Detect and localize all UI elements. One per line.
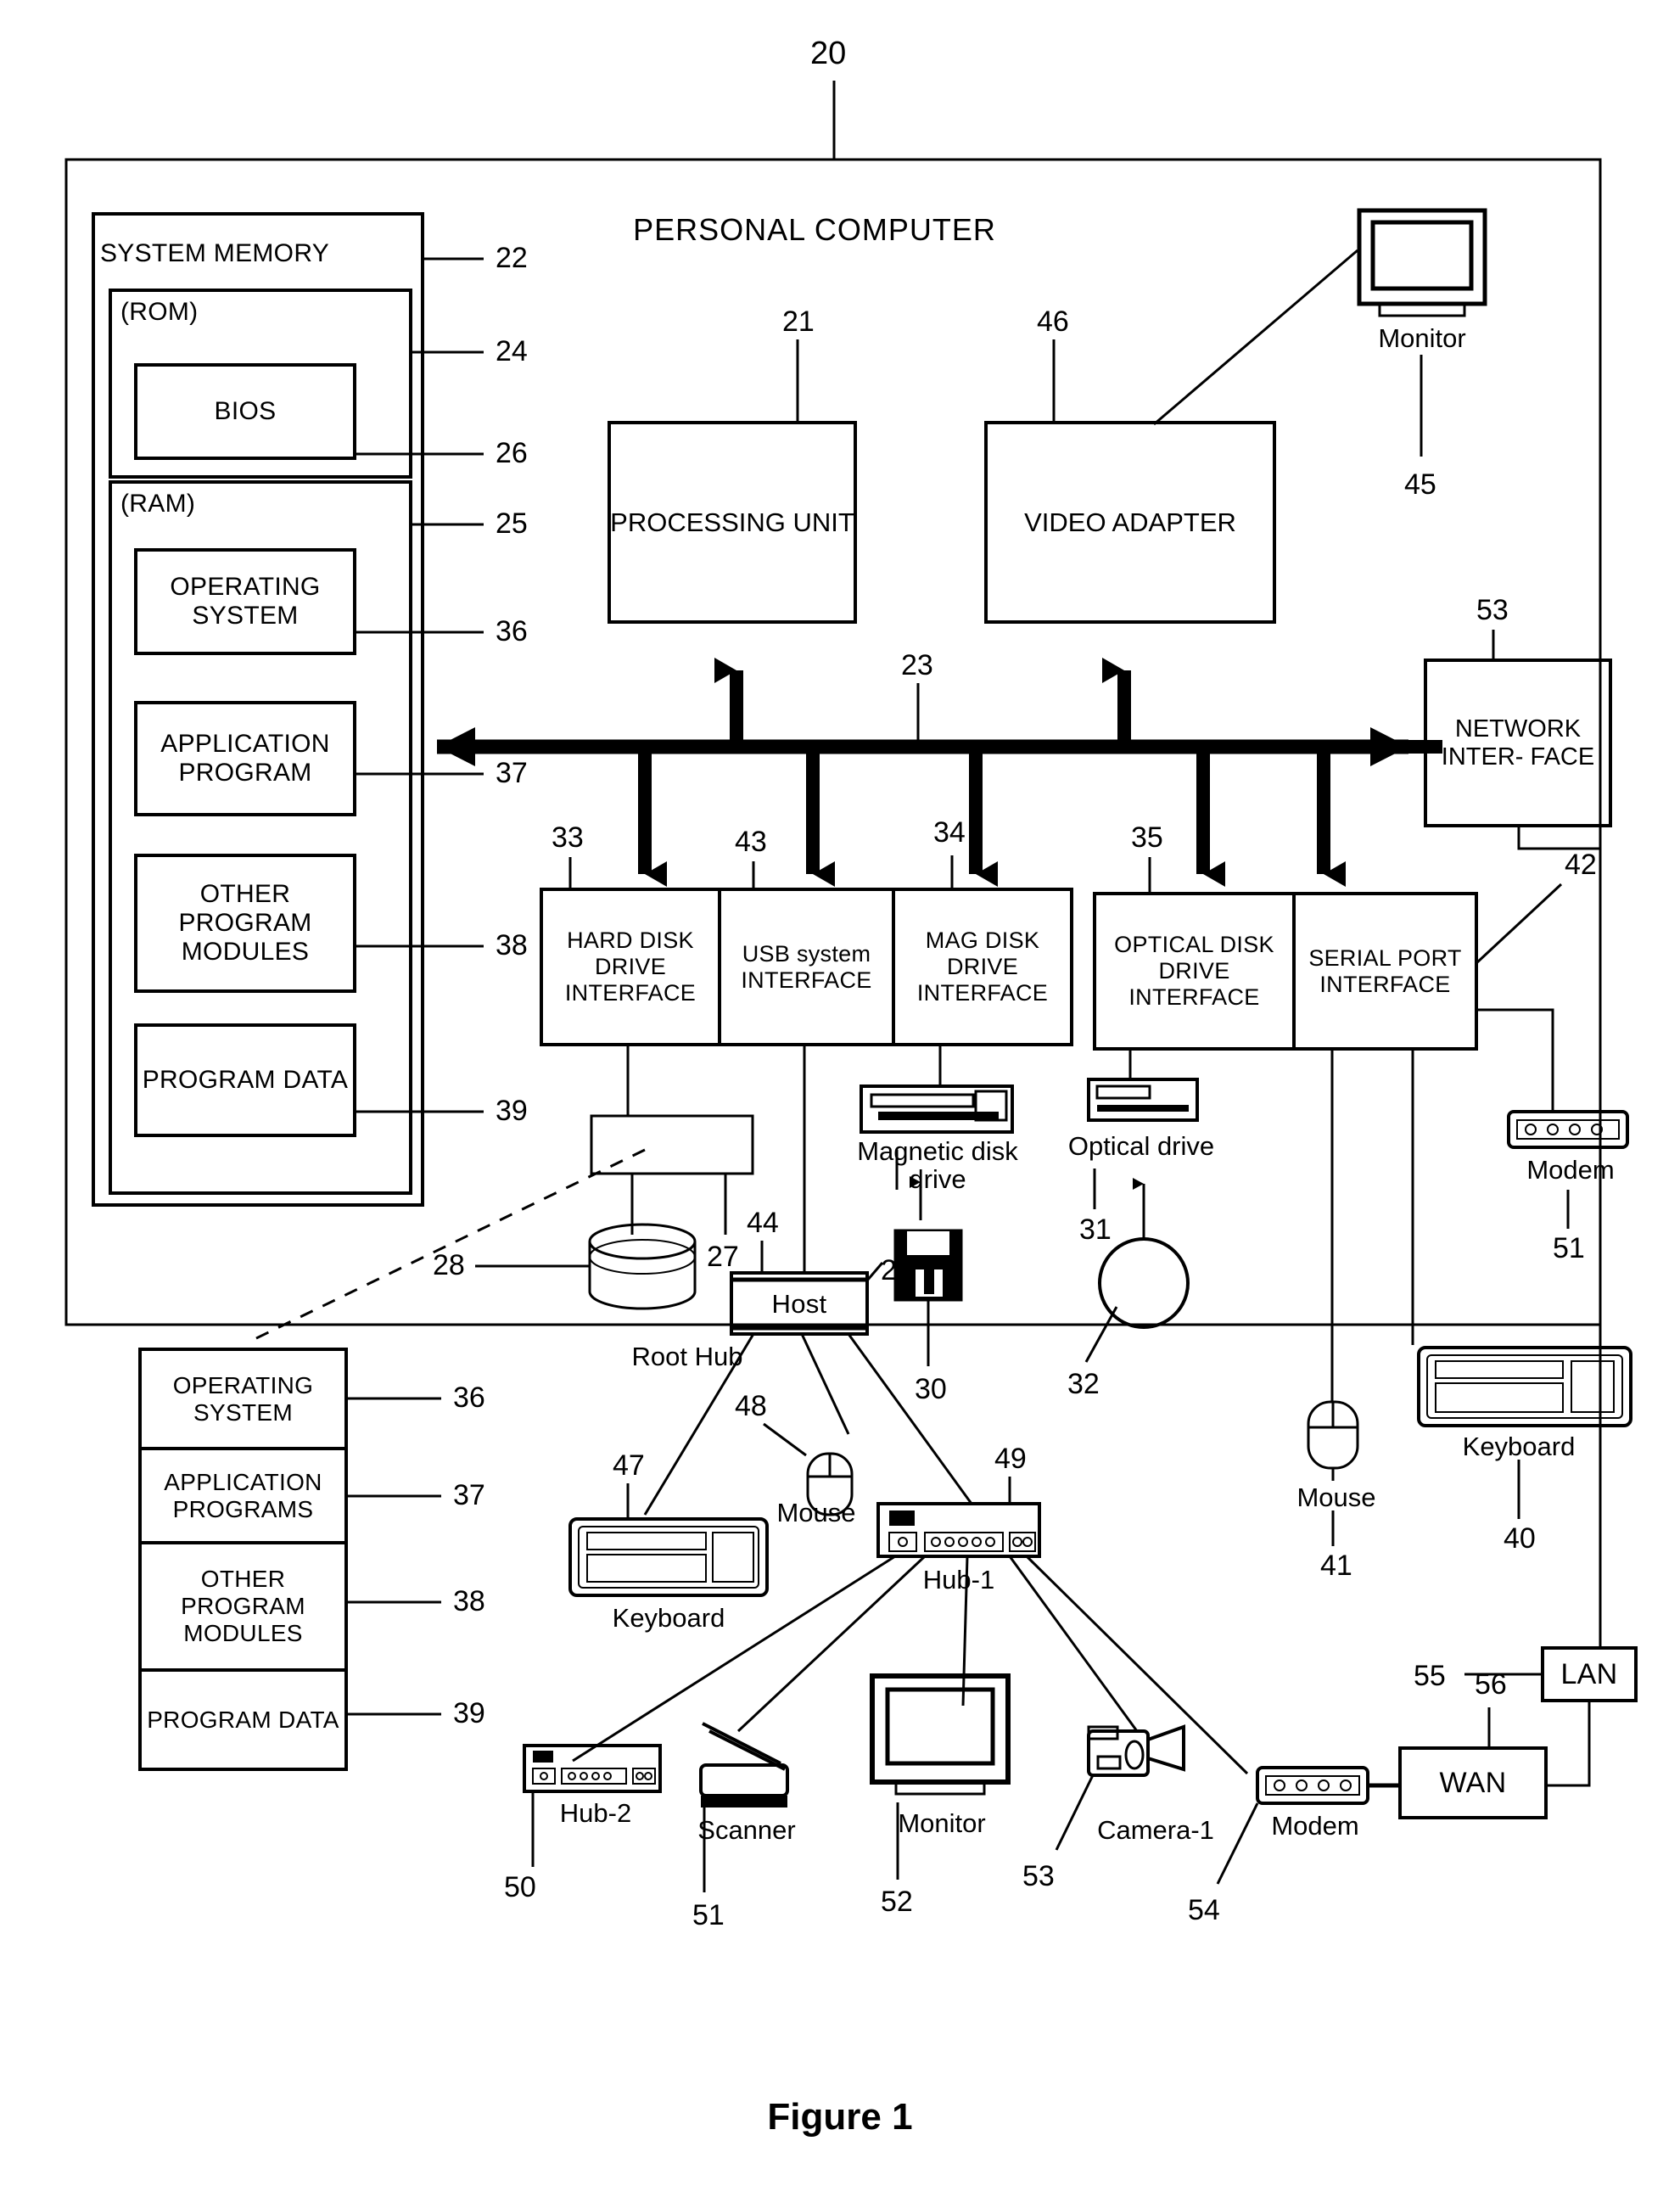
ref-54: 54 (1188, 1894, 1220, 1926)
serial-port-interface: SERIAL PORT INTERFACE (1308, 944, 1462, 997)
patent-figure-canvas: SYSTEM MEMORY (ROM) (RAM) BIOS OPERATING… (0, 0, 1680, 2197)
ref-39: 39 (496, 1095, 528, 1127)
ref-36: 36 (496, 615, 528, 647)
ref-22: 22 (496, 242, 528, 274)
ref-38-remote: 38 (453, 1585, 485, 1617)
camera-1-label: Camera-1 (1097, 1815, 1214, 1845)
ref-23-bus: 23 (901, 649, 933, 681)
ref-46: 46 (1037, 305, 1069, 338)
optical-disk-drive-interface: OPTICAL DISK DRIVE INTERFACE (1114, 932, 1274, 1010)
ref-35: 35 (1131, 821, 1163, 854)
ref-24: 24 (496, 335, 528, 367)
ref-34: 34 (933, 816, 966, 849)
other-program-modules-block: OTHER PROGRAM MODULES (178, 880, 312, 966)
usb-keyboard-label: Keyboard (612, 1603, 725, 1633)
ref-28: 28 (433, 1249, 465, 1281)
ref-44: 44 (747, 1207, 779, 1239)
ref-33: 33 (552, 821, 584, 854)
ref-55: 55 (1414, 1660, 1446, 1692)
remote-program-data: PROGRAM DATA (147, 1706, 339, 1733)
ref-47: 47 (613, 1449, 645, 1482)
hard-disk-drive-interface: HARD DISK DRIVE INTERFACE (564, 928, 697, 1006)
magnetic-disk-drive-label: Magnetic disk drive (857, 1136, 1018, 1195)
ref-43: 43 (735, 826, 767, 858)
video-adapter-block: VIDEO ADAPTER (1024, 507, 1236, 537)
bios-block: BIOS (214, 397, 277, 425)
ref-51-scanner: 51 (692, 1899, 725, 1931)
remote-application-programs: APPLICATION PROGRAMS (164, 1468, 322, 1522)
lan-block: LAN (1560, 1657, 1618, 1690)
usb-mouse-label: Mouse (776, 1498, 856, 1527)
serial-modem-label: Modem (1526, 1155, 1615, 1185)
host-label: Host (771, 1288, 827, 1319)
root-hub-label: Root Hub (631, 1342, 743, 1371)
hub-2-label: Hub-2 (559, 1798, 632, 1828)
ram-label: (RAM) (120, 490, 196, 518)
operating-system-block: OPERATING SYSTEM (170, 573, 321, 630)
ref-51-modem: 51 (1553, 1232, 1585, 1264)
system-memory-label: SYSTEM MEMORY (100, 239, 330, 267)
remote-operating-system: OPERATING SYSTEM (172, 1371, 314, 1426)
usb-monitor-label: Monitor (898, 1808, 986, 1838)
ref-38: 38 (496, 929, 528, 961)
ref-52: 52 (881, 1886, 913, 1918)
ref-41: 41 (1320, 1550, 1352, 1582)
ref-37-remote: 37 (453, 1479, 485, 1511)
application-program-block: APPLICATION PROGRAM (160, 730, 330, 787)
scanner-label: Scanner (697, 1815, 796, 1845)
pc-title: PERSONAL COMPUTER (633, 212, 996, 247)
network-interface-block: NETWORK INTER- FACE (1441, 715, 1595, 771)
remote-other-program-modules: OTHER PROGRAM MODULES (181, 1566, 305, 1646)
ref-32: 32 (1067, 1368, 1100, 1400)
program-data-block: PROGRAM DATA (142, 1066, 349, 1094)
ref-56: 56 (1475, 1668, 1507, 1701)
ref-25: 25 (496, 507, 528, 540)
ref-26: 26 (496, 437, 528, 469)
usb-modem-label: Modem (1271, 1811, 1359, 1841)
ref-49: 49 (994, 1443, 1027, 1475)
ref-30: 30 (915, 1373, 947, 1405)
ref-27: 27 (707, 1241, 739, 1273)
mag-disk-drive-interface: MAG DISK DRIVE INTERFACE (916, 928, 1049, 1006)
optical-drive-label: Optical drive (1067, 1131, 1215, 1161)
monitor-45-label: Monitor (1378, 323, 1466, 353)
ref-48: 48 (735, 1390, 767, 1422)
ref-37: 37 (496, 757, 528, 789)
hub-1-label: Hub-1 (922, 1565, 995, 1595)
figure-caption: Figure 1 (767, 2096, 913, 2138)
processing-unit-block: PROCESSING UNIT (610, 507, 854, 537)
ref-29: 29 (881, 1254, 913, 1286)
rom-label: (ROM) (120, 298, 199, 326)
ref-50: 50 (504, 1871, 536, 1903)
serial-mouse-label: Mouse (1296, 1482, 1376, 1512)
ref-21: 21 (782, 305, 815, 338)
ref-36-remote: 36 (453, 1382, 485, 1414)
ref-53-camera: 53 (1022, 1860, 1055, 1892)
ref-42: 42 (1565, 849, 1597, 881)
ref-20: 20 (810, 36, 847, 71)
ref-39-remote: 39 (453, 1697, 485, 1729)
ref-31: 31 (1079, 1213, 1112, 1246)
ref-40: 40 (1504, 1522, 1536, 1555)
serial-keyboard-label: Keyboard (1462, 1432, 1576, 1461)
ref-45: 45 (1404, 468, 1436, 501)
wan-block: WAN (1439, 1766, 1507, 1799)
ref-53-network: 53 (1476, 594, 1509, 626)
usb-system-interface: USB system INTERFACE (741, 940, 872, 993)
